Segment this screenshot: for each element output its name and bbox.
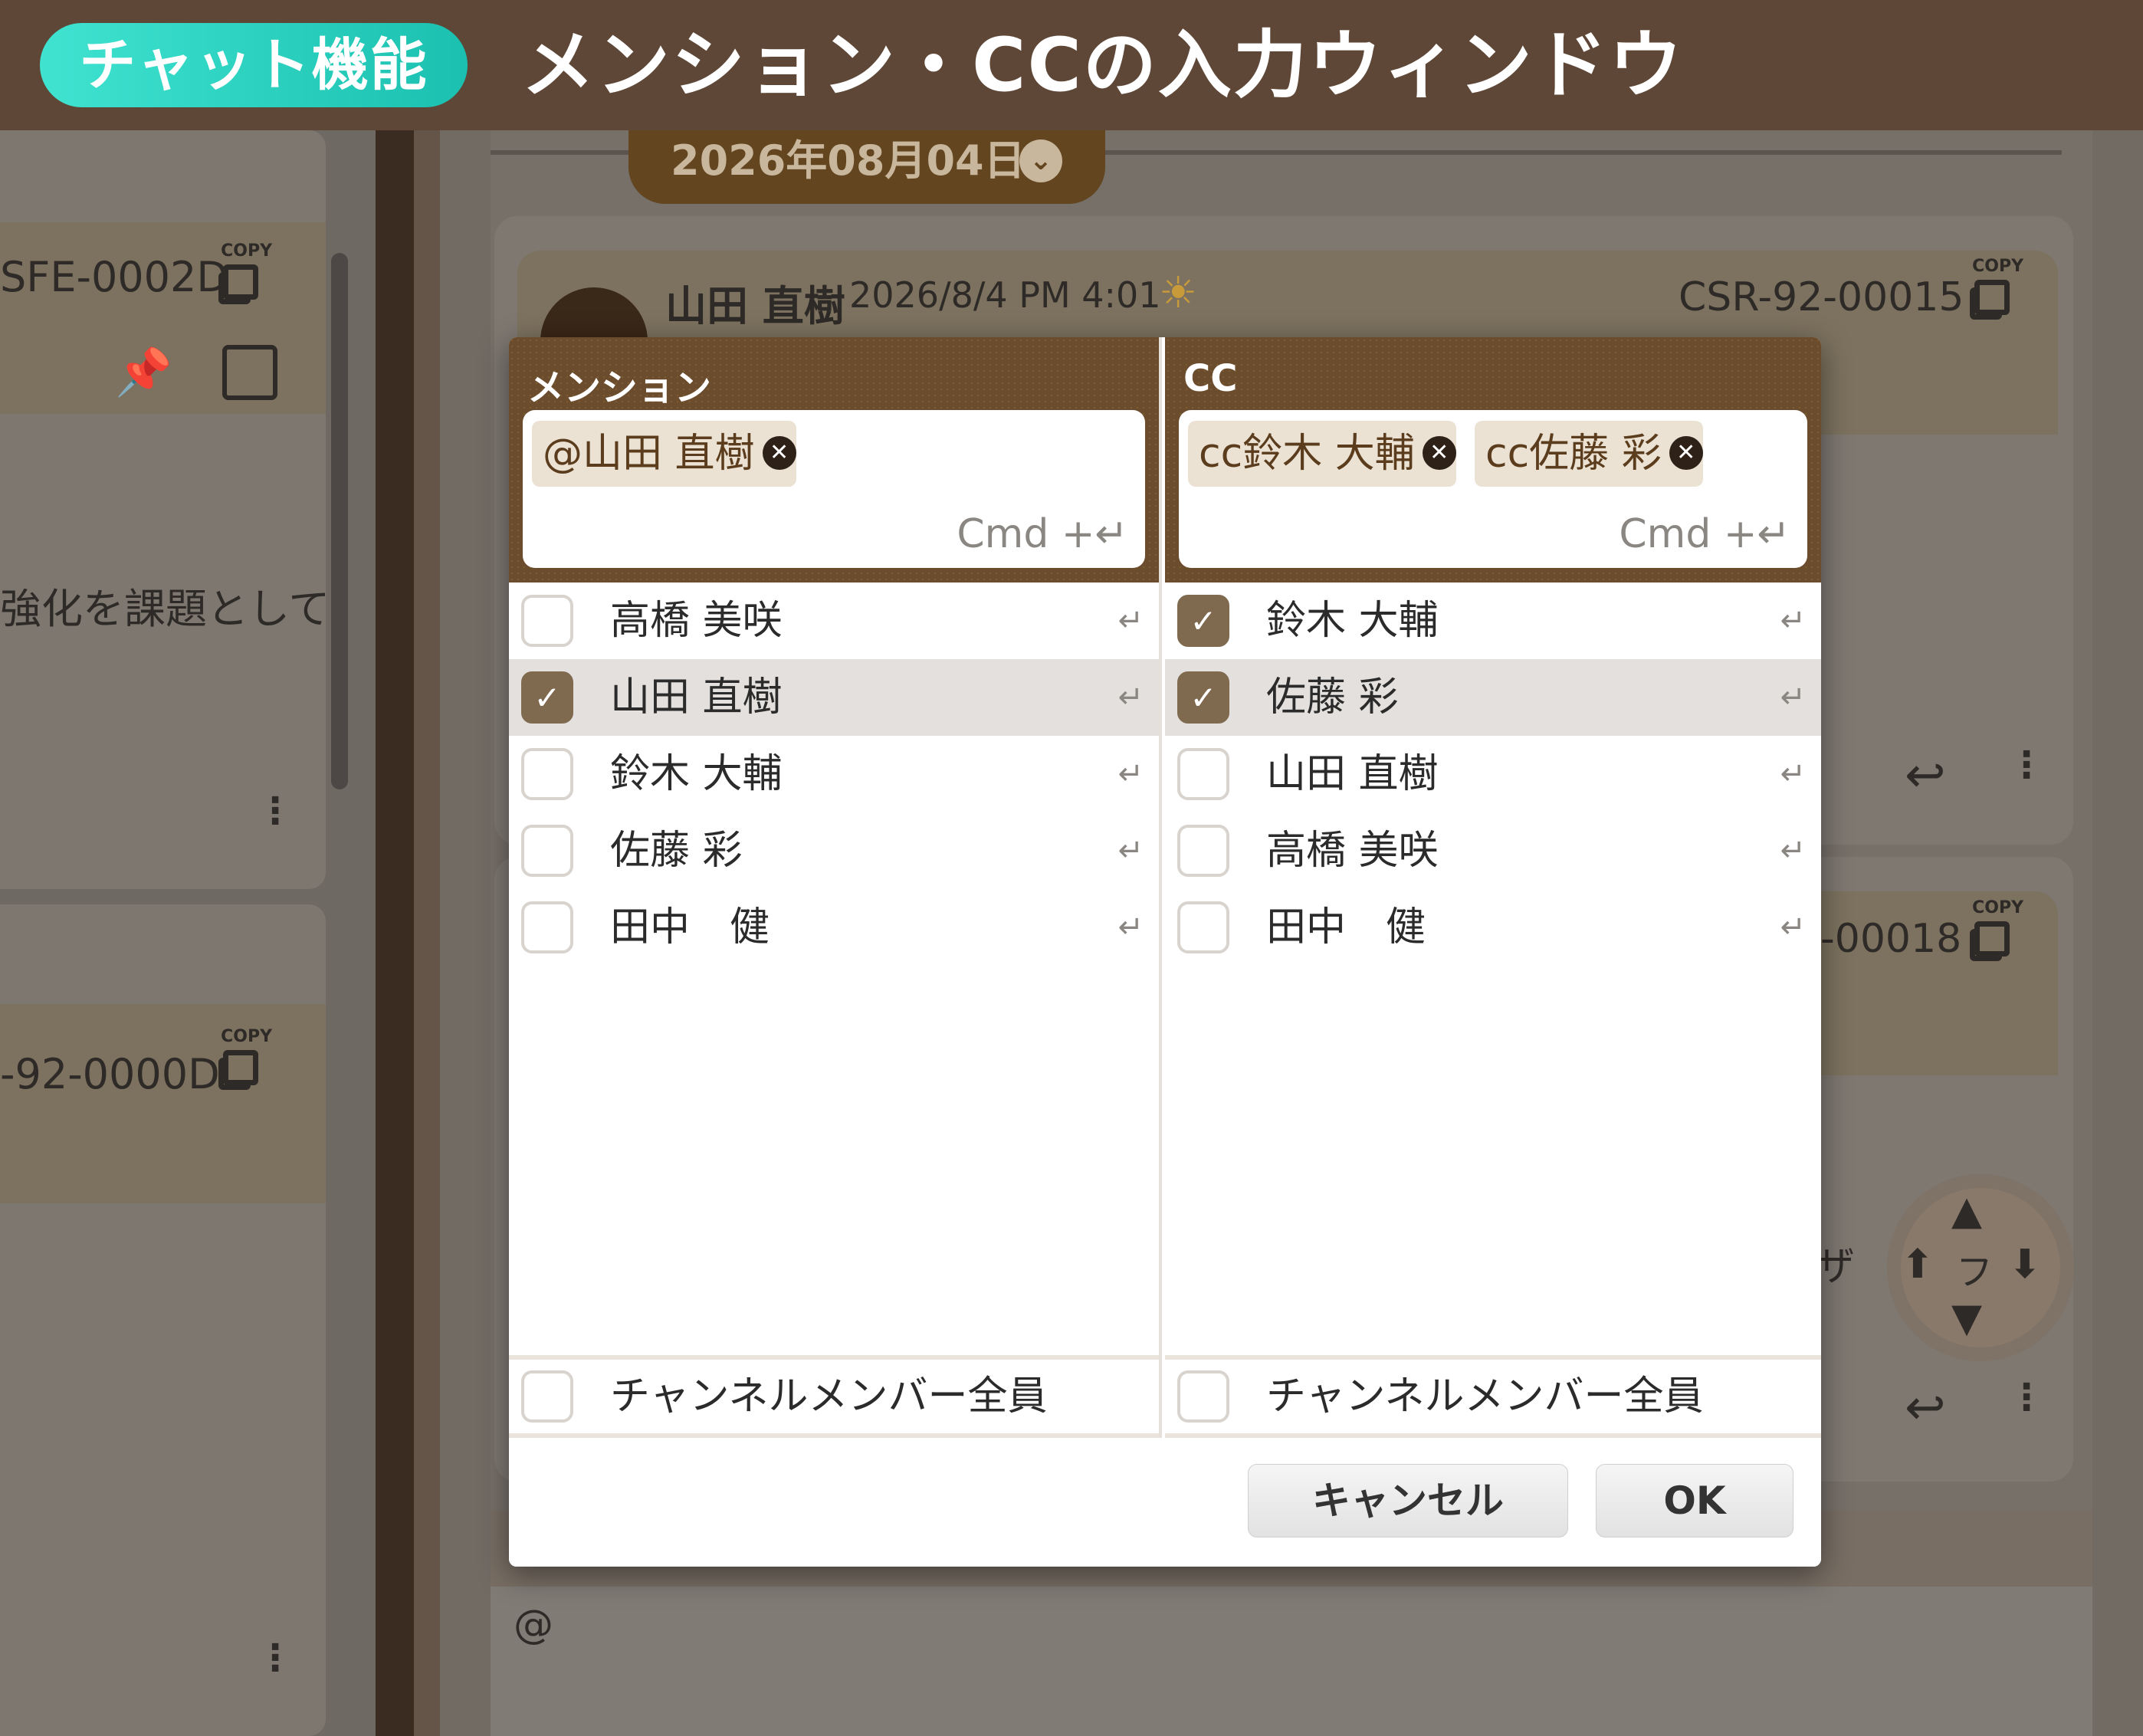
sun-icon: ☀	[1159, 268, 1198, 318]
member-row[interactable]: 田中 健 ↵	[509, 889, 1159, 966]
thread-snippet: 強化を課題として	[0, 585, 330, 633]
enter-icon: ↵	[1117, 680, 1144, 715]
all-members-row[interactable]: チャンネルメンバー全員	[509, 1355, 1159, 1438]
feature-badge: チャット機能	[40, 23, 468, 107]
thread-card[interactable]: -92-0000D COPY ⋮	[0, 904, 326, 1736]
message-composer[interactable]: @	[491, 1587, 2092, 1736]
member-checkbox[interactable]	[521, 825, 573, 877]
ok-button[interactable]: OK	[1596, 1464, 1793, 1537]
mention-header: メンション @山田 直樹 ✕ Cmd +↵	[509, 337, 1159, 582]
all-members-checkbox[interactable]	[1177, 1370, 1229, 1423]
cc-column: CC cc鈴木 大輔 ✕ cc佐藤 彩 ✕ Cmd +↵ ✓ 鈴木 大輔 ↵ ✓ 佐…	[1165, 337, 1821, 1438]
shortcut-hint: Cmd +↵	[1619, 511, 1790, 557]
message-code: CSR-92-00015	[1679, 274, 1964, 320]
more-options-icon[interactable]: ⋮	[257, 793, 294, 829]
cancel-button[interactable]: キャンセル	[1248, 1464, 1568, 1537]
reply-icon[interactable]: ↩	[1905, 747, 1946, 804]
enter-icon: ↵	[1780, 833, 1806, 868]
page-title: メンション・CCの入力ウィンドウ	[521, 22, 1684, 108]
composer-text: @	[514, 1602, 553, 1648]
copy-icon[interactable]: COPY	[1970, 898, 2023, 961]
scroll-top-icon[interactable]: ▲	[1951, 1188, 1982, 1234]
member-row[interactable]: 佐藤 彩 ↵	[509, 812, 1159, 889]
mention-column: メンション @山田 直樹✕ Cmd +↵ 高橋 美咲 ↵ ✓ 山田 直樹 ↵	[509, 337, 1162, 1438]
member-row[interactable]: ✓ 山田 直樹 ↵	[509, 659, 1159, 736]
thread-card[interactable]: SFE-0002D COPY 📌 強化を課題として ⋮	[0, 130, 330, 889]
more-options-icon[interactable]: ⋮	[257, 1639, 294, 1676]
enter-icon: ↵	[1780, 603, 1806, 638]
cc-chip: cc佐藤 彩 ✕	[1475, 421, 1703, 487]
dialog-footer: キャンセル OK	[509, 1438, 1821, 1567]
left-thread-panel: SFE-0002D COPY 📌 強化を課題として ⋮ -92-0000D CO…	[0, 130, 376, 1736]
member-checkbox[interactable]	[1177, 825, 1229, 877]
message-timestamp: 2026/8/4 PM 4:01	[849, 274, 1161, 316]
enter-icon: ↵	[1117, 756, 1144, 792]
member-checkbox[interactable]	[1177, 901, 1229, 953]
enter-icon: ↵	[1780, 680, 1806, 715]
member-checkbox[interactable]: ✓	[521, 671, 573, 724]
member-checkbox[interactable]	[1177, 748, 1229, 800]
copy-icon[interactable]: COPY	[218, 1027, 272, 1090]
thread-card-header	[0, 1004, 326, 1203]
mention-title: メンション	[527, 366, 712, 409]
member-row[interactable]: 鈴木 大輔 ↵	[509, 736, 1159, 812]
member-row[interactable]: 山田 直樹 ↵	[1165, 736, 1821, 812]
copy-icon[interactable]: COPY	[218, 241, 272, 304]
remove-chip-icon[interactable]: ✕	[762, 436, 796, 470]
reply-icon[interactable]: ↩	[1905, 1380, 1946, 1436]
member-row[interactable]: 高橋 美咲 ↵	[1165, 812, 1821, 889]
member-row[interactable]: 高橋 美咲 ↵	[509, 582, 1159, 659]
more-options-icon[interactable]: ⋮	[2008, 747, 2045, 783]
member-checkbox[interactable]: ✓	[1177, 595, 1229, 647]
mention-chip: @山田 直樹 ✕	[532, 421, 796, 487]
mention-cc-dialog: メンション @山田 直樹✕ Cmd +↵ 高橋 美咲 ↵ ✓ 山田 直樹 ↵	[509, 337, 1821, 1567]
member-row[interactable]: 田中 健 ↵	[1165, 889, 1821, 966]
all-members-row[interactable]: チャンネルメンバー全員	[1165, 1355, 1821, 1438]
member-row[interactable]: ✓ 佐藤 彩 ↵	[1165, 659, 1821, 736]
remove-chip-icon[interactable]: ✕	[1422, 436, 1456, 470]
scroll-control-pad[interactable]: ▲ ⬆ フ ⬇ ▼	[1887, 1174, 2074, 1361]
remove-chip-icon[interactable]: ✕	[1669, 436, 1703, 470]
pad-center-label: フ	[1956, 1251, 1994, 1294]
member-checkbox[interactable]	[521, 595, 573, 647]
mention-input[interactable]: @山田 直樹 ✕ Cmd +↵	[523, 410, 1145, 568]
task-add-icon[interactable]	[222, 345, 277, 400]
cc-chip: cc鈴木 大輔 ✕	[1188, 421, 1456, 487]
cc-header: CC cc鈴木 大輔 ✕ cc佐藤 彩 ✕ Cmd +↵	[1165, 337, 1821, 582]
member-row[interactable]: ✓ 鈴木 大輔 ↵	[1165, 582, 1821, 659]
scroll-down-icon[interactable]: ⬇	[2008, 1242, 2042, 1288]
thread-code: -92-0000D	[0, 1050, 220, 1098]
more-options-icon[interactable]: ⋮	[2008, 1379, 2045, 1416]
panel-divider-edge	[414, 130, 440, 1736]
panel-divider	[376, 130, 414, 1736]
enter-icon: ↵	[1117, 603, 1144, 638]
enter-icon: ↵	[1780, 756, 1806, 792]
enter-icon: ↵	[1117, 833, 1144, 868]
chevron-down-icon[interactable]: ⌄	[1019, 139, 1062, 182]
enter-icon: ↵	[1117, 910, 1144, 945]
pin-icon[interactable]: 📌	[115, 345, 172, 399]
member-checkbox[interactable]	[521, 748, 573, 800]
scroll-bottom-icon[interactable]: ▼	[1951, 1295, 1982, 1341]
member-checkbox[interactable]: ✓	[1177, 671, 1229, 724]
copy-icon[interactable]: COPY	[1970, 257, 2023, 320]
message-author: 山田 直樹	[665, 282, 845, 330]
scroll-up-icon[interactable]: ⬆	[1901, 1242, 1935, 1288]
shortcut-hint: Cmd +↵	[957, 511, 1128, 557]
cc-title: CC	[1183, 357, 1238, 400]
message-code: -00018	[1820, 916, 1962, 962]
all-members-checkbox[interactable]	[521, 1370, 573, 1423]
enter-icon: ↵	[1780, 910, 1806, 945]
cc-input[interactable]: cc鈴木 大輔 ✕ cc佐藤 彩 ✕ Cmd +↵	[1179, 410, 1807, 568]
thread-code: SFE-0002D	[0, 253, 228, 301]
member-checkbox[interactable]	[521, 901, 573, 953]
scrollbar-thumb[interactable]	[331, 253, 348, 789]
